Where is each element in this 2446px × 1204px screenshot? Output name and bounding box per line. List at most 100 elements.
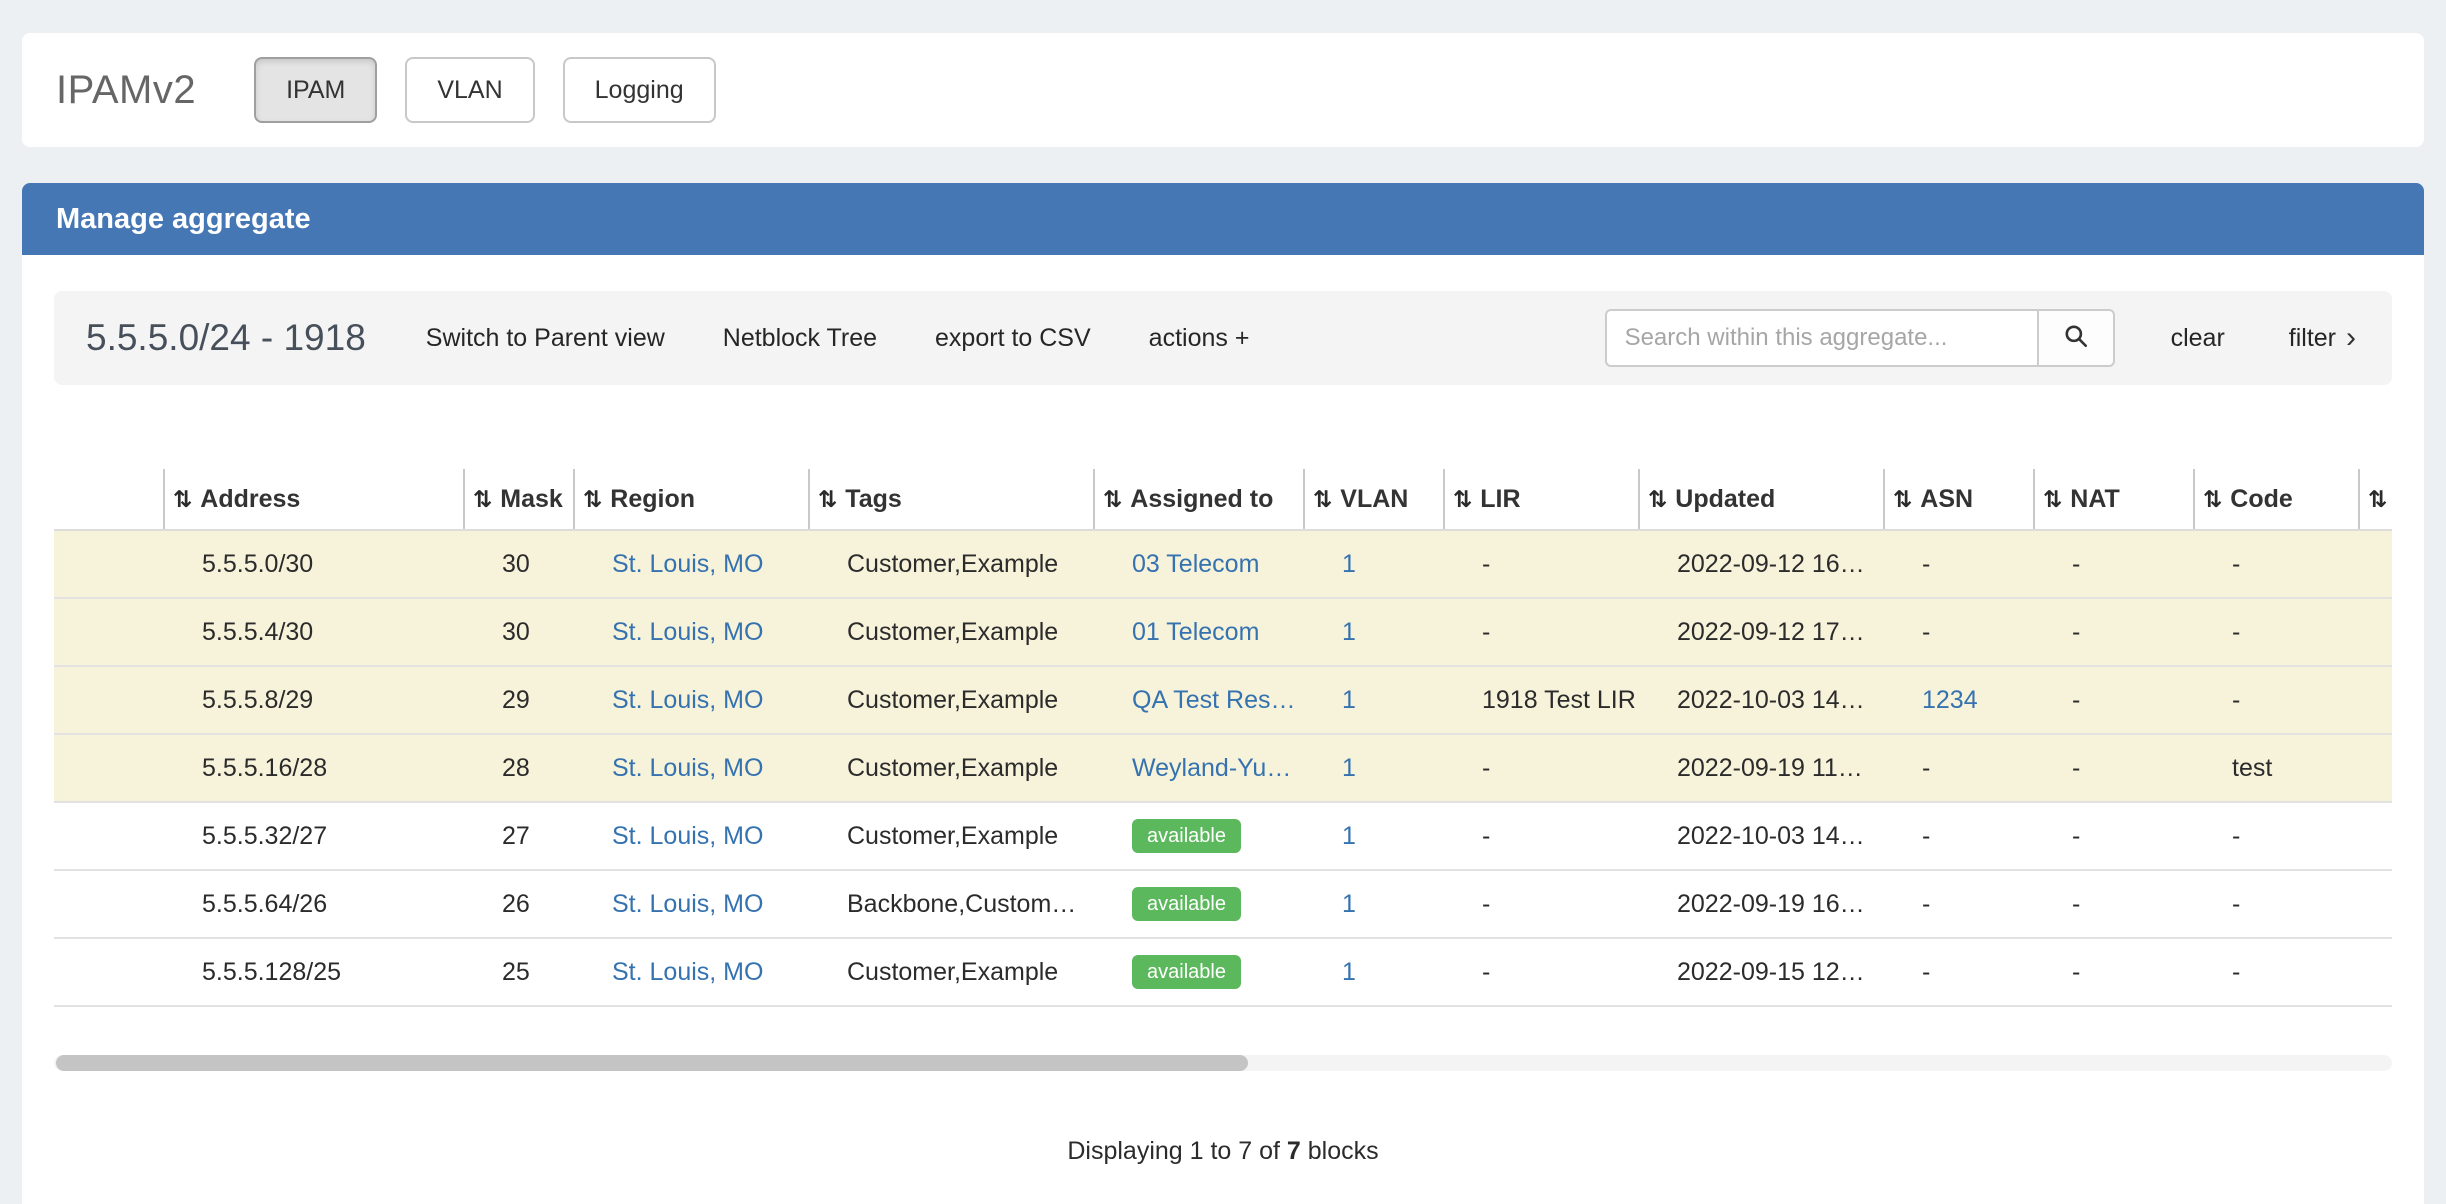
column-header-address[interactable]: ⇅Address	[164, 469, 464, 530]
cell-address: 5.5.5.128/25	[164, 938, 464, 1006]
cell-vlan: 1	[1304, 598, 1444, 666]
cell-lir: -	[1444, 802, 1639, 870]
sort-icon: ⇅	[2203, 487, 2222, 513]
column-header-tags[interactable]: ⇅Tags	[809, 469, 1094, 530]
region-link[interactable]: St. Louis, MO	[612, 890, 763, 918]
footer-text-suffix: blocks	[1301, 1137, 1379, 1165]
sort-icon: ⇅	[1453, 487, 1472, 513]
assigned-to-link[interactable]: 03 Telecom	[1132, 550, 1259, 578]
cell-vlan: 1	[1304, 938, 1444, 1006]
region-link[interactable]: St. Louis, MO	[612, 686, 763, 714]
aggregate-label: 5.5.5.0/24 - 1918	[86, 317, 366, 359]
region-link[interactable]: St. Louis, MO	[612, 550, 763, 578]
horizontal-scrollbar[interactable]	[54, 1055, 2392, 1071]
cell-code: -	[2194, 938, 2359, 1006]
sort-icon: ⇅	[173, 487, 192, 513]
cell-region: St. Louis, MO	[574, 734, 809, 802]
column-header-assigned-to[interactable]: ⇅Assigned to	[1094, 469, 1304, 530]
cell-tags: Customer,Example	[809, 734, 1094, 802]
asn-link[interactable]: 1234	[1922, 686, 1978, 714]
column-header-region[interactable]: ⇅Region	[574, 469, 809, 530]
cell-region: St. Louis, MO	[574, 530, 809, 598]
search-button[interactable]	[2037, 309, 2115, 367]
table-row: 5.5.5.8/29 29 St. Louis, MO Customer,Exa…	[54, 666, 2392, 734]
cell-assigned-to: QA Test Res…	[1094, 666, 1304, 734]
actions-menu[interactable]: actions +	[1149, 324, 1250, 353]
cell-lir: -	[1444, 734, 1639, 802]
cell-tags: Backbone,Custom…	[809, 870, 1094, 938]
cell-lir: 1918 Test LIR	[1444, 666, 1639, 734]
table-header-row: ⇅Address ⇅Mask ⇅Region ⇅Tags ⇅Assigned t…	[54, 469, 2392, 530]
cell-asn: -	[1884, 802, 2034, 870]
vlan-link[interactable]: 1	[1342, 686, 1356, 714]
sort-icon: ⇅	[1893, 487, 1912, 513]
netblock-table: ⇅Address ⇅Mask ⇅Region ⇅Tags ⇅Assigned t…	[54, 469, 2392, 1007]
cell-asn: -	[1884, 598, 2034, 666]
clear-button[interactable]: clear	[2171, 324, 2225, 353]
assigned-to-link[interactable]: QA Test Res…	[1132, 686, 1296, 714]
column-header-code[interactable]: ⇅Code	[2194, 469, 2359, 530]
cell-assigned-to: 01 Telecom	[1094, 598, 1304, 666]
cell-lir: -	[1444, 530, 1639, 598]
region-link[interactable]: St. Louis, MO	[612, 958, 763, 986]
cell-tags: Customer,Example	[809, 938, 1094, 1006]
column-header-lir[interactable]: ⇅LIR	[1444, 469, 1639, 530]
column-header-nat[interactable]: ⇅NAT	[2034, 469, 2194, 530]
assigned-to-link[interactable]: 01 Telecom	[1132, 618, 1259, 646]
vlan-link[interactable]: 1	[1342, 958, 1356, 986]
panel-body: 5.5.5.0/24 - 1918 Switch to Parent view …	[22, 291, 2424, 1166]
cell-asn: -	[1884, 530, 2034, 598]
cell-address: 5.5.5.16/28	[164, 734, 464, 802]
switch-parent-view-link[interactable]: Switch to Parent view	[426, 324, 665, 353]
column-header-cutoff[interactable]: ⇅	[2359, 469, 2392, 530]
cell-asn: -	[1884, 734, 2034, 802]
assigned-to-link[interactable]: Weyland-Yu…	[1132, 754, 1291, 782]
horizontal-scrollbar-thumb[interactable]	[56, 1055, 1248, 1071]
cell-address: 5.5.5.32/27	[164, 802, 464, 870]
vlan-link[interactable]: 1	[1342, 618, 1356, 646]
cell-code: -	[2194, 598, 2359, 666]
cell-address: 5.5.5.64/26	[164, 870, 464, 938]
vlan-link[interactable]: 1	[1342, 754, 1356, 782]
sort-icon: ⇅	[2043, 487, 2062, 513]
column-header-updated[interactable]: ⇅Updated	[1639, 469, 1884, 530]
available-badge: available	[1132, 819, 1241, 853]
sort-icon: ⇅	[473, 487, 492, 513]
cell-nat: -	[2034, 666, 2194, 734]
cell-nat: -	[2034, 802, 2194, 870]
table-row: 5.5.5.32/27 27 St. Louis, MO Customer,Ex…	[54, 802, 2392, 870]
vlan-link[interactable]: 1	[1342, 550, 1356, 578]
cell-lir: -	[1444, 938, 1639, 1006]
filter-button[interactable]: filter ›	[2289, 323, 2356, 353]
available-badge: available	[1132, 887, 1241, 921]
cell-updated: 2022-09-12 17…	[1639, 598, 1884, 666]
filter-label: filter	[2289, 324, 2336, 353]
column-header-vlan[interactable]: ⇅VLAN	[1304, 469, 1444, 530]
search-group	[1605, 309, 2115, 367]
cell-code: -	[2194, 666, 2359, 734]
cell-assigned-to: available	[1094, 802, 1304, 870]
cell-code: -	[2194, 802, 2359, 870]
cell-address: 5.5.5.4/30	[164, 598, 464, 666]
tab-vlan[interactable]: VLAN	[405, 57, 534, 123]
vlan-link[interactable]: 1	[1342, 822, 1356, 850]
column-header-mask[interactable]: ⇅Mask	[464, 469, 574, 530]
tab-ipam[interactable]: IPAM	[254, 57, 377, 123]
cell-assigned-to: available	[1094, 938, 1304, 1006]
table-row: 5.5.5.128/25 25 St. Louis, MO Customer,E…	[54, 938, 2392, 1006]
search-input[interactable]	[1605, 309, 2037, 367]
column-header-asn[interactable]: ⇅ASN	[1884, 469, 2034, 530]
vlan-link[interactable]: 1	[1342, 890, 1356, 918]
netblock-tree-link[interactable]: Netblock Tree	[723, 324, 877, 353]
region-link[interactable]: St. Louis, MO	[612, 618, 763, 646]
cell-lir: -	[1444, 598, 1639, 666]
cell-address: 5.5.5.0/30	[164, 530, 464, 598]
export-csv-link[interactable]: export to CSV	[935, 324, 1091, 353]
tab-logging[interactable]: Logging	[563, 57, 716, 123]
netblock-table-container: ⇅Address ⇅Mask ⇅Region ⇅Tags ⇅Assigned t…	[54, 469, 2392, 1007]
chevron-right-icon: ›	[2346, 323, 2356, 353]
region-link[interactable]: St. Louis, MO	[612, 754, 763, 782]
cell-vlan: 1	[1304, 530, 1444, 598]
region-link[interactable]: St. Louis, MO	[612, 822, 763, 850]
table-row: 5.5.5.0/30 30 St. Louis, MO Customer,Exa…	[54, 530, 2392, 598]
